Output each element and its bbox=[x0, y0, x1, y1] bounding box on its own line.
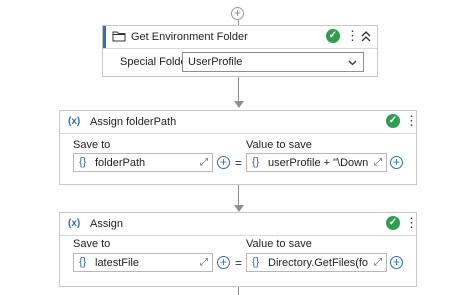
save-to-field[interactable]: {} latestFile ⤢ bbox=[73, 253, 213, 272]
arrow-down-icon bbox=[234, 101, 244, 108]
equals-sign: = bbox=[235, 156, 243, 170]
special-folder-dropdown[interactable]: UserProfile bbox=[182, 52, 364, 72]
special-folder-label: Special Folder bbox=[120, 56, 191, 68]
add-variable-icon[interactable]: + bbox=[217, 156, 230, 169]
expand-diagonal-icon[interactable]: ⤢ bbox=[374, 157, 382, 168]
add-activity-icon[interactable]: + bbox=[231, 7, 244, 20]
activity-title: Get Environment Folder bbox=[131, 31, 248, 43]
equals-sign: = bbox=[235, 256, 243, 270]
chevron-down-icon bbox=[348, 60, 357, 66]
add-variable-icon[interactable]: + bbox=[217, 256, 230, 269]
kebab-menu-icon[interactable]: ⋮ bbox=[405, 216, 418, 229]
check-circle-icon: ✓ bbox=[386, 216, 400, 230]
variable-icon: (x) bbox=[68, 218, 81, 229]
connector-line bbox=[238, 77, 239, 102]
value-to-save-value: Directory.GetFiles(fold bbox=[268, 257, 368, 269]
braces-icon: {} bbox=[79, 156, 87, 168]
braces-icon: {} bbox=[79, 256, 87, 268]
activity-header: (x) Assign ✓ ⋮ bbox=[60, 213, 418, 236]
expand-diagonal-icon[interactable]: ⤢ bbox=[200, 257, 208, 268]
value-to-save-field[interactable]: {} Directory.GetFiles(fold ⤢ bbox=[246, 253, 387, 272]
check-circle-icon: ✓ bbox=[386, 114, 400, 128]
expand-diagonal-icon[interactable]: ⤢ bbox=[374, 257, 382, 268]
arrow-down-icon bbox=[234, 205, 244, 212]
save-to-label: Save to bbox=[73, 139, 111, 151]
save-to-value: latestFile bbox=[95, 257, 140, 269]
check-circle-icon: ✓ bbox=[326, 29, 340, 43]
activity-title: Assign bbox=[90, 218, 124, 230]
connector-line bbox=[238, 185, 239, 206]
value-to-save-label: Value to save bbox=[246, 238, 312, 250]
value-to-save-label: Value to save bbox=[246, 139, 312, 151]
selection-accent bbox=[103, 26, 106, 48]
special-folder-value: UserProfile bbox=[188, 56, 243, 68]
variable-icon: (x) bbox=[68, 116, 81, 127]
expand-diagonal-icon[interactable]: ⤢ bbox=[200, 157, 208, 168]
assign-folderpath-activity[interactable]: (x) Assign folderPath ✓ ⋮ Save to Value … bbox=[59, 110, 418, 185]
add-expression-icon[interactable]: + bbox=[390, 256, 403, 269]
save-to-label: Save to bbox=[73, 238, 111, 250]
folder-icon bbox=[112, 31, 126, 42]
connector-line bbox=[238, 287, 239, 295]
save-to-value: folderPath bbox=[95, 157, 146, 169]
get-environment-folder-activity[interactable]: Get Environment Folder ✓ ⋮ Special Folde… bbox=[102, 25, 378, 77]
save-to-field[interactable]: {} folderPath ⤢ bbox=[73, 153, 213, 172]
kebab-menu-icon[interactable]: ⋮ bbox=[405, 114, 418, 127]
kebab-menu-icon[interactable]: ⋮ bbox=[346, 29, 359, 42]
value-to-save-field[interactable]: {} userProfile + "\Downl ⤢ bbox=[246, 153, 387, 172]
activity-header: (x) Assign folderPath ✓ ⋮ bbox=[60, 111, 418, 134]
activity-title: Assign folderPath bbox=[90, 116, 177, 128]
braces-icon: {} bbox=[252, 256, 260, 268]
braces-icon: {} bbox=[252, 156, 260, 168]
activity-header: Get Environment Folder ✓ ⋮ bbox=[103, 26, 377, 49]
add-expression-icon[interactable]: + bbox=[390, 156, 403, 169]
assign-latestfile-activity[interactable]: (x) Assign ✓ ⋮ Save to Value to save {} … bbox=[59, 212, 418, 287]
value-to-save-value: userProfile + "\Downl bbox=[268, 157, 368, 169]
chevron-double-up-icon[interactable] bbox=[361, 31, 371, 42]
